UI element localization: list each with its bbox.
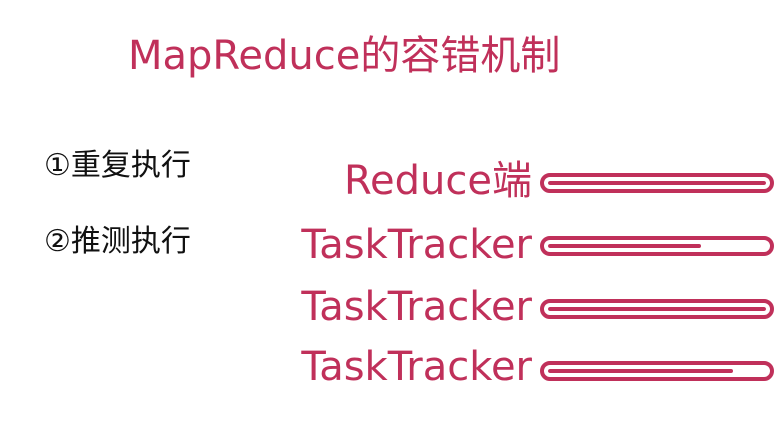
progress-fill [548, 244, 701, 248]
progress-bar-tasktracker-3 [540, 361, 774, 381]
progress-fill [548, 307, 766, 311]
progress-bar-tasktracker-2 [540, 299, 774, 319]
progress-track [548, 369, 766, 373]
progress-track [548, 307, 766, 311]
progress-track [548, 181, 766, 185]
progress-bar-reduce [540, 173, 774, 193]
progress-bar-tasktracker-1 [540, 236, 774, 256]
slide-title: MapReduce的容错机制 [128, 33, 561, 79]
row-label-tasktracker-3: TaskTracker [301, 344, 532, 390]
progress-fill [548, 369, 734, 373]
bullet-point-re-execution: ①重复执行 [44, 148, 191, 183]
row-label-tasktracker-1: TaskTracker [301, 222, 532, 268]
row-label-reduce: Reduce端 [344, 158, 532, 204]
slide: MapReduce的容错机制 ①重复执行 ②推测执行 Reduce端 TaskT… [0, 0, 782, 423]
progress-fill [548, 181, 766, 185]
row-label-tasktracker-2: TaskTracker [301, 284, 532, 330]
bullet-point-speculative-execution: ②推测执行 [44, 224, 191, 259]
progress-track [548, 244, 766, 248]
